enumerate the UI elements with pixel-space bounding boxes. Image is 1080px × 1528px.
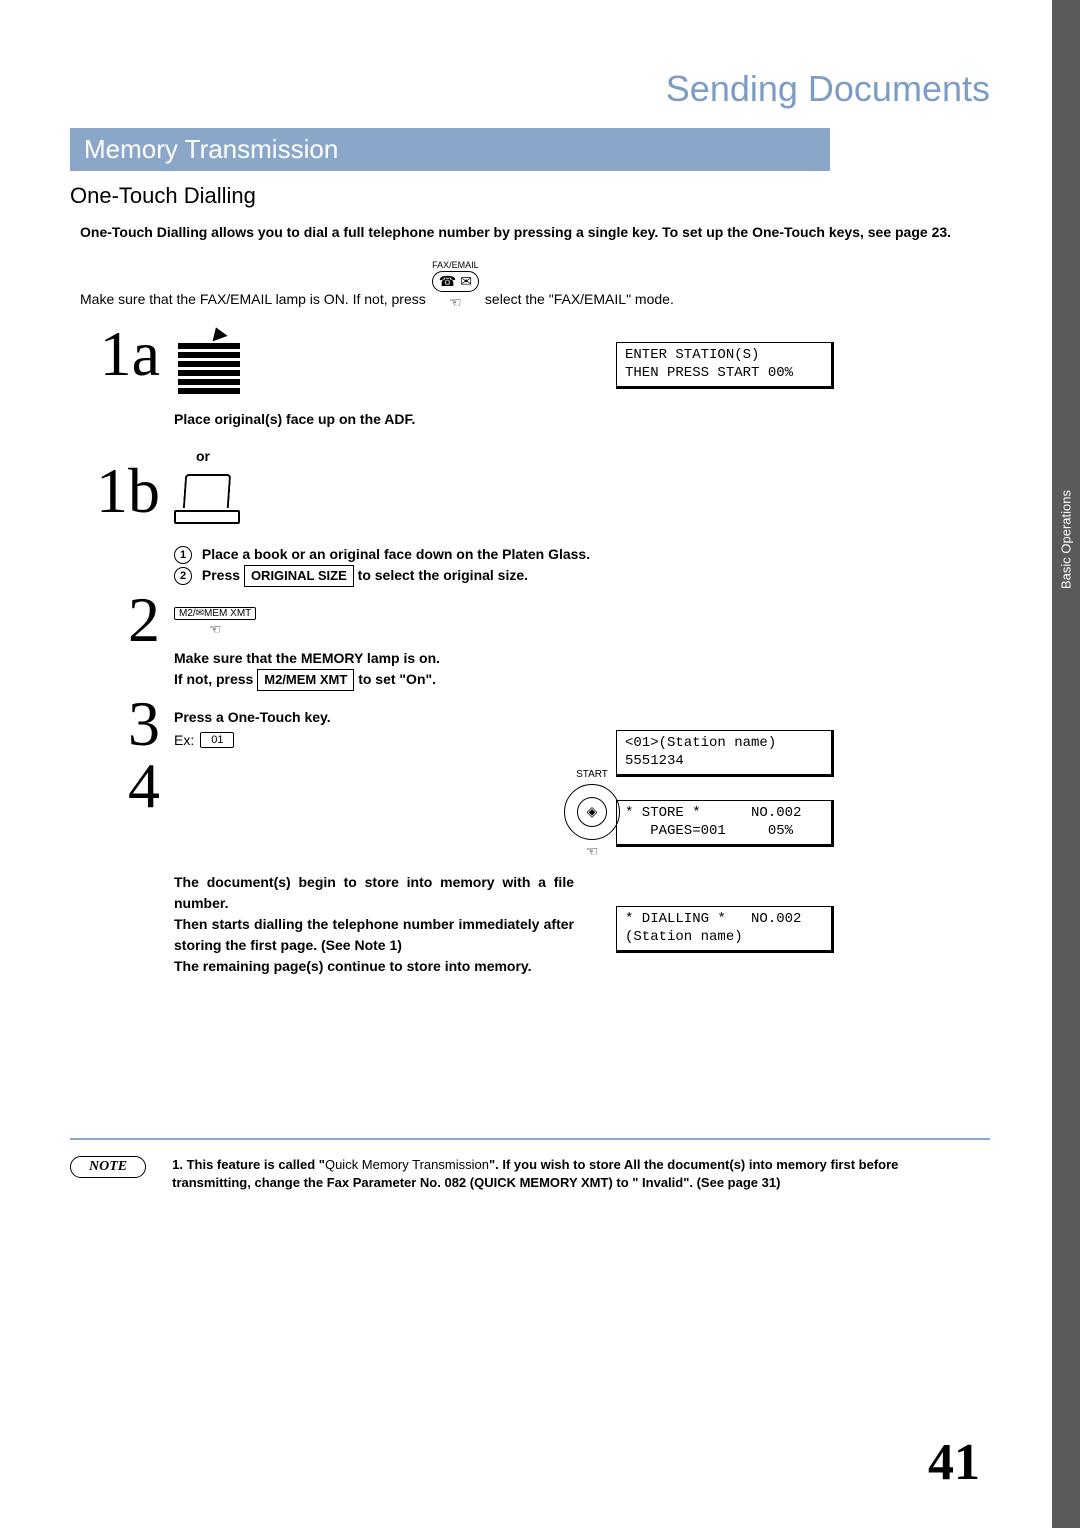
note-mid: Quick Memory Transmission [325, 1157, 489, 1172]
mode-instruction: Make sure that the FAX/EMAIL lamp is ON.… [80, 260, 1010, 307]
start-circle-icon: ◈ [564, 784, 620, 840]
step3-example: Ex: 01 [174, 732, 1010, 748]
faxemail-oval-icon: ☎ ✉ [432, 271, 479, 292]
platen-glass-icon [174, 474, 244, 530]
faxemail-button[interactable]: FAX/EMAIL ☎ ✉ ☜ [432, 260, 479, 307]
page: Basic Operations Sending Documents Memor… [0, 0, 1080, 1528]
footer-rule [70, 1138, 990, 1140]
step-number-2: 2 [70, 591, 160, 649]
circled-2: 2 [174, 567, 192, 585]
step2-line2: If not, press M2/MEM XMT to set "On". [174, 669, 1010, 691]
original-size-key[interactable]: ORIGINAL SIZE [244, 565, 354, 587]
start-button[interactable]: START ◈ ☜ [174, 769, 1010, 856]
step1a-caption: Place original(s) face up on the ADF. [174, 409, 1010, 430]
step2-line2-pre: If not, press [174, 671, 257, 687]
step-number-1b: 1b [70, 462, 160, 520]
hand-icon: ☜ [449, 295, 462, 309]
step1b-line2: 2 Press ORIGINAL SIZE to select the orig… [174, 565, 1010, 587]
step-1a: 1a Place original(s) face up on the ADF. [70, 331, 1010, 430]
one-touch-key-01[interactable]: 01 [200, 732, 234, 748]
note-text: 1. This feature is called "Quick Memory … [172, 1156, 980, 1191]
step-4: 4 START ◈ ☜ The document(s) begin to sto… [70, 763, 1010, 977]
step2-line1: Make sure that the MEMORY lamp is on. [174, 648, 1010, 669]
mem-xmt-key-label: M2/✉MEM XMT [174, 607, 256, 620]
or-text: or [196, 448, 1010, 464]
note-pill: NOTE [70, 1156, 146, 1178]
step1b-line2-post: to select the original size. [358, 567, 528, 583]
chapter-title: Sending Documents [70, 68, 1010, 110]
step4-paragraph: The document(s) begin to store into memo… [174, 872, 574, 977]
step-number-1a: 1a [70, 325, 160, 383]
lcd-display-3: * STORE * NO.002 PAGES=001 05% [616, 800, 834, 847]
start-label: START [576, 769, 608, 780]
lead-post: select the "FAX/EMAIL" mode. [485, 291, 674, 307]
note-pre: 1. This feature is called " [172, 1157, 325, 1172]
faxemail-label: FAX/EMAIL [432, 260, 479, 270]
circled-1: 1 [174, 546, 192, 564]
sidebar-tab-basic-operations: Basic Operations [1052, 460, 1080, 620]
step2-line2-post: to set "On". [358, 671, 436, 687]
hand-icon: ☜ [586, 844, 599, 858]
adf-icon [174, 337, 1010, 397]
step-2: 2 M2/✉MEM XMT ☜ Make sure that the MEMOR… [70, 597, 1010, 691]
page-number: 41 [928, 1433, 980, 1492]
mail-glyph: ✉ [460, 273, 472, 290]
intro-paragraph: One-Touch Dialling allows you to dial a … [80, 223, 1010, 242]
step-number-3: 3 [70, 695, 160, 753]
lcd-display-1: ENTER STATION(S) THEN PRESS START 00% [616, 342, 834, 389]
hand-icon: ☜ [209, 622, 222, 636]
phone-glyph: ☎ [439, 273, 456, 290]
subsection-title: One-Touch Dialling [70, 183, 1010, 209]
right-sidebar [1052, 0, 1080, 1528]
step1b-line1: 1 Place a book or an original face down … [174, 544, 1010, 565]
step1b-line2-pre: Press [202, 567, 244, 583]
section-band: Memory Transmission [70, 128, 830, 171]
step1b-line1-text: Place a book or an original face down on… [202, 546, 590, 562]
step-number-4: 4 [70, 757, 160, 815]
lcd-display-4: * DIALLING * NO.002 (Station name) [616, 906, 834, 953]
lead-pre: Make sure that the FAX/EMAIL lamp is ON.… [80, 291, 426, 307]
step3-title: Press a One-Touch key. [174, 707, 1010, 728]
adf-stack-icon [174, 337, 244, 397]
step-3: 3 Press a One-Touch key. Ex: 01 [70, 701, 1010, 753]
lcd-display-2: <01>(Station name) 5551234 [616, 730, 834, 777]
note-area: NOTE 1. This feature is called "Quick Me… [70, 1156, 980, 1191]
step-1b: 1b 1 Place a book or an original face do… [70, 468, 1010, 587]
mem-xmt-button[interactable]: M2/✉MEM XMT ☜ [174, 607, 256, 634]
mem-xmt-boxed[interactable]: M2/MEM XMT [257, 669, 354, 691]
start-inner-glyph: ◈ [577, 797, 607, 827]
ex-label: Ex: [174, 732, 194, 748]
